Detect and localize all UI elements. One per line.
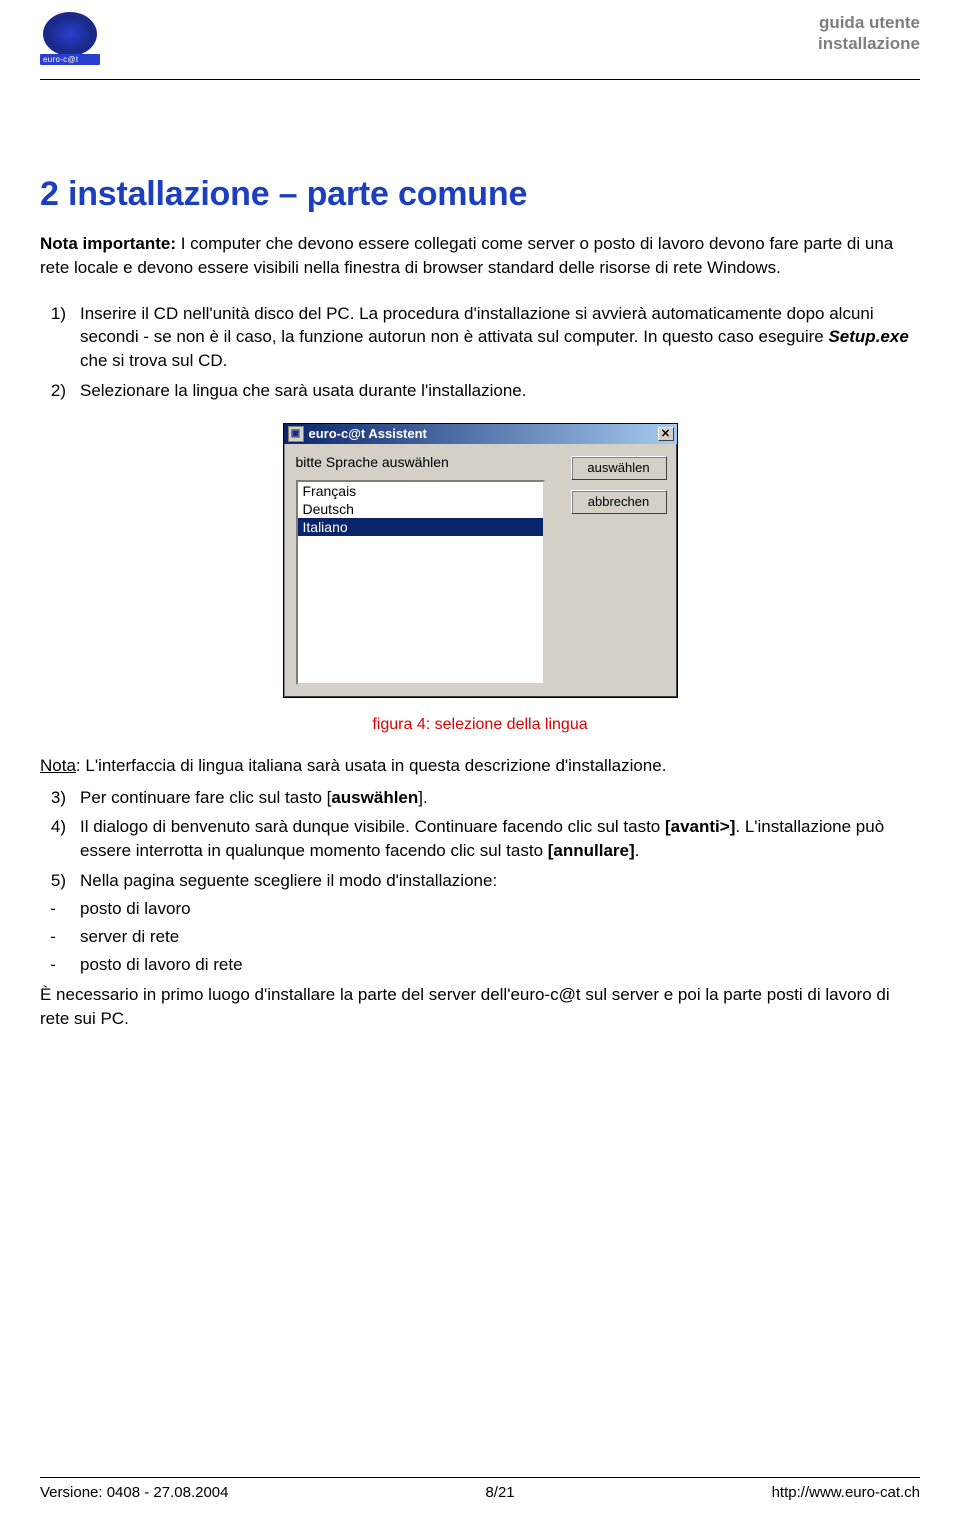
nota-underline: Nota bbox=[40, 756, 76, 775]
close-icon[interactable]: ✕ bbox=[658, 427, 674, 441]
instruction-list-2: 3) Per continuare fare clic sul tasto [a… bbox=[40, 786, 920, 893]
item-body: Nella pagina seguente scegliere il modo … bbox=[80, 869, 920, 893]
header-line-1: guida utente bbox=[818, 12, 920, 33]
item-number: 4) bbox=[40, 815, 66, 863]
item-body: Il dialogo di benvenuto sarà dunque visi… bbox=[80, 815, 920, 863]
header-line-2: installazione bbox=[818, 33, 920, 54]
cancel-button[interactable]: abbrechen bbox=[571, 490, 667, 514]
item-body: Selezionare la lingua che sarà usata dur… bbox=[80, 379, 920, 403]
footer-page: 8/21 bbox=[485, 1484, 514, 1501]
list-item: 5) Nella pagina seguente scegliere il mo… bbox=[40, 869, 920, 893]
list-item: -posto di lavoro bbox=[40, 899, 920, 919]
item-number: 5) bbox=[40, 869, 66, 893]
footer-url: http://www.euro-cat.ch bbox=[772, 1484, 920, 1501]
item-number: 3) bbox=[40, 786, 66, 810]
list-item[interactable]: Français bbox=[298, 482, 543, 500]
list-item-selected[interactable]: Italiano bbox=[298, 518, 543, 536]
final-paragraph: È necessario in primo luogo d'installare… bbox=[40, 983, 920, 1031]
setup-exe: Setup.exe bbox=[828, 327, 908, 346]
logo: euro-c@t bbox=[40, 12, 100, 67]
mode-list: -posto di lavoro -server di rete -posto … bbox=[40, 899, 920, 975]
installer-icon: ▣ bbox=[288, 426, 304, 442]
note-label: Nota importante: bbox=[40, 234, 176, 253]
dialog-title: euro-c@t Assistent bbox=[309, 426, 427, 441]
instruction-list: 1) Inserire il CD nell'unità disco del P… bbox=[40, 302, 920, 403]
footer-version: Versione: 0408 - 27.08.2004 bbox=[40, 1484, 228, 1501]
titlebar: ▣ euro-c@t Assistent ✕ bbox=[284, 424, 677, 444]
language-dialog: ▣ euro-c@t Assistent ✕ bitte Sprache aus… bbox=[283, 423, 678, 698]
section-title: 2 installazione – parte comune bbox=[40, 175, 920, 214]
page-header: euro-c@t guida utente installazione bbox=[40, 12, 920, 73]
item-body: Inserire il CD nell'unità disco del PC. … bbox=[80, 302, 920, 373]
list-item[interactable]: Deutsch bbox=[298, 500, 543, 518]
list-item: -posto di lavoro di rete bbox=[40, 955, 920, 975]
dialog-prompt: bitte Sprache auswählen bbox=[296, 454, 561, 470]
nota-paragraph: Nota: L'interfaccia di lingua italiana s… bbox=[40, 754, 920, 778]
item-number: 1) bbox=[40, 302, 66, 373]
header-subtitle: guida utente installazione bbox=[818, 12, 920, 55]
language-listbox[interactable]: Français Deutsch Italiano bbox=[296, 480, 545, 685]
list-item: 2) Selezionare la lingua che sarà usata … bbox=[40, 379, 920, 403]
page-footer: Versione: 0408 - 27.08.2004 8/21 http://… bbox=[40, 1477, 920, 1501]
logo-text: euro-c@t bbox=[43, 55, 78, 64]
item-body: Per continuare fare clic sul tasto [ausw… bbox=[80, 786, 920, 810]
list-item: -server di rete bbox=[40, 927, 920, 947]
figure-caption: figura 4: selezione della lingua bbox=[40, 716, 920, 734]
note-paragraph: Nota importante: I computer che devono e… bbox=[40, 232, 920, 280]
list-item: 3) Per continuare fare clic sul tasto [a… bbox=[40, 786, 920, 810]
item-number: 2) bbox=[40, 379, 66, 403]
page-content: 2 installazione – parte comune Nota impo… bbox=[40, 80, 920, 1030]
list-item: 4) Il dialogo di benvenuto sarà dunque v… bbox=[40, 815, 920, 863]
dialog-figure: ▣ euro-c@t Assistent ✕ bitte Sprache aus… bbox=[40, 423, 920, 698]
select-button[interactable]: auswählen bbox=[571, 456, 667, 480]
list-item: 1) Inserire il CD nell'unità disco del P… bbox=[40, 302, 920, 373]
